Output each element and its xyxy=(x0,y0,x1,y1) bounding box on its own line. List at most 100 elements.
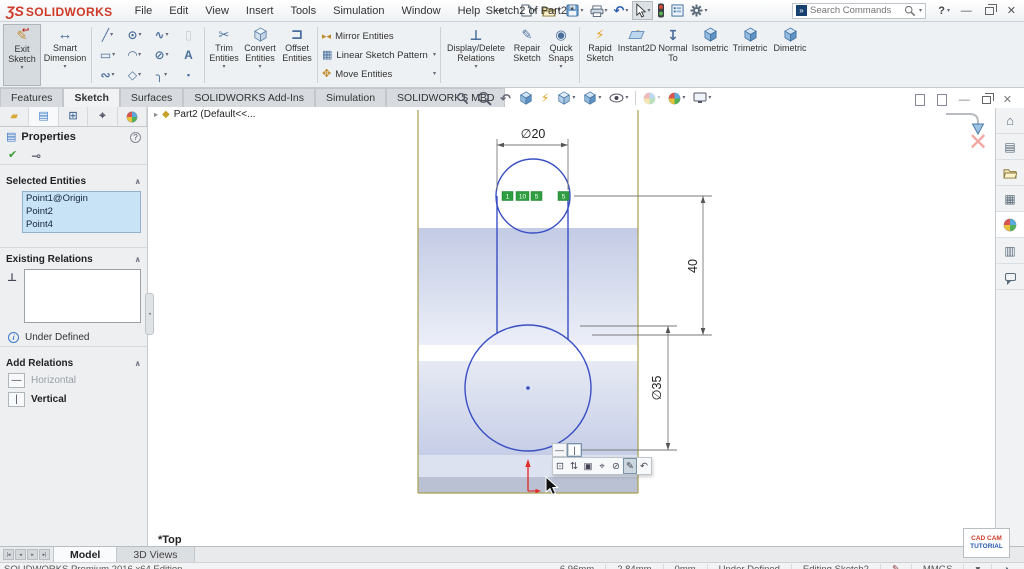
sketch-center-point[interactable] xyxy=(526,386,530,390)
keep-visible-pin-icon[interactable]: ⊸ xyxy=(31,150,41,162)
zoom-to-selection-icon[interactable]: ⌖ xyxy=(595,458,609,474)
arc-tool[interactable]: ◠ ▾ xyxy=(121,49,148,61)
selected-entities-list[interactable]: Point1@Origin Point2 Point4 xyxy=(22,191,141,233)
part-tree-label[interactable]: Part2 (Default<<... xyxy=(174,109,256,120)
existing-relations-list[interactable] xyxy=(24,269,141,323)
menu-view[interactable]: View xyxy=(205,5,229,17)
point-tool[interactable]: ▪ xyxy=(175,70,202,80)
menu-file[interactable]: File xyxy=(135,5,153,17)
line-tool[interactable]: ╱ ▾ xyxy=(94,29,121,41)
quick-snaps-button[interactable]: ◉ Quick Snaps ▾ xyxy=(545,24,577,86)
options-list-icon[interactable] xyxy=(669,4,686,17)
swap-points-icon[interactable]: ⇅ xyxy=(567,458,581,474)
display-delete-relations-button[interactable]: ⊥ Display/Delete Relations ▾ xyxy=(443,24,509,86)
section-view-icon[interactable] xyxy=(516,89,536,107)
polygon-tool[interactable]: ◇ ▾ xyxy=(121,69,148,81)
list-item[interactable]: Point4 xyxy=(23,218,140,231)
doc-restore-icon[interactable] xyxy=(981,92,994,104)
tab-3d-views[interactable]: 3D Views xyxy=(117,547,195,562)
list-item[interactable]: Point2 xyxy=(23,205,140,218)
detail-view-icon[interactable]: ▣ xyxy=(581,458,595,474)
configuration-manager-tab[interactable]: ⊞ xyxy=(59,107,89,126)
annotation-view-icon[interactable]: ⚡ xyxy=(538,89,552,107)
zoom-fit-icon[interactable] xyxy=(453,89,472,107)
trim-entities-button[interactable]: ✂ Trim Entities ▾ xyxy=(207,24,241,86)
globe-icon[interactable]: ◔ xyxy=(991,564,1020,569)
interference-detection-icon[interactable] xyxy=(655,3,667,18)
repair-sketch-button[interactable]: ✎ Repair Sketch xyxy=(509,24,545,86)
cancel-sketch-icon[interactable]: ✕ xyxy=(968,128,988,157)
file-explorer-icon[interactable] xyxy=(996,160,1024,186)
next-tab-icon[interactable]: ▸ xyxy=(27,549,38,560)
first-tab-icon[interactable]: |◂ xyxy=(3,549,14,560)
dimxpert-manager-tab[interactable]: ⌖ xyxy=(88,107,118,126)
ok-check-icon[interactable]: ✔ xyxy=(8,150,17,161)
panel-help-icon[interactable]: ? xyxy=(130,131,141,143)
new-window-icon[interactable] xyxy=(914,93,925,106)
appearances-scenes-icon[interactable] xyxy=(996,212,1024,238)
close-icon[interactable]: ✕ xyxy=(1007,4,1016,17)
vertical-relation-button[interactable]: | Vertical xyxy=(0,390,147,409)
move-entities-button[interactable]: ✥ Move Entities ▾ xyxy=(320,65,438,84)
circle-tool[interactable]: ⊙ ▾ xyxy=(121,29,148,41)
dimension-20[interactable] xyxy=(496,139,569,190)
minimize-icon[interactable]: — xyxy=(961,5,972,17)
last-tab-icon[interactable]: ▸| xyxy=(39,549,50,560)
dimension-label-40[interactable]: 40 xyxy=(686,259,700,273)
existing-relations-header[interactable]: Existing Relations ∧ xyxy=(0,247,147,267)
hide-show-items-icon[interactable]: ▾ xyxy=(606,89,631,107)
dimension-label-20[interactable]: ∅20 xyxy=(521,127,546,141)
property-manager-tab[interactable]: ▤ xyxy=(29,107,59,126)
solidworks-resources-icon[interactable]: ⌂ xyxy=(996,108,1024,134)
trimetric-button[interactable]: Trimetric xyxy=(730,24,770,86)
mirror-entities-button[interactable]: ▸◂ Mirror Entities xyxy=(320,27,438,46)
edit-sketch-icon[interactable]: ✎ xyxy=(623,458,637,474)
settings-gear-icon[interactable]: ▾ xyxy=(688,4,709,17)
graphics-area[interactable]: ∅20 40 ∅35 1 10 5 5 ▸ ◆ Part2 (Default<<… xyxy=(150,88,1024,546)
normal-to-button[interactable]: ↧ Normal To xyxy=(656,24,690,86)
rectangle-tool[interactable]: ▭ ▾ xyxy=(94,49,121,61)
tab-sketch[interactable]: Sketch xyxy=(63,88,120,107)
view-orientation-icon[interactable]: ▾ xyxy=(554,89,578,107)
edit-appearance-icon[interactable]: ▾ xyxy=(640,89,663,107)
doc-close-icon[interactable]: ✕ xyxy=(1003,93,1012,106)
offset-entities-button[interactable]: ⊐ Offset Entities xyxy=(279,24,315,86)
tab-features[interactable]: Features xyxy=(0,88,64,107)
view-palette-icon[interactable]: ▦ xyxy=(996,186,1024,212)
display-style-icon[interactable]: ▾ xyxy=(580,89,604,107)
zoom-area-icon[interactable] xyxy=(474,89,495,107)
horizontal-relation-button[interactable]: — Horizontal xyxy=(0,371,147,390)
prev-tab-icon[interactable]: ◂ xyxy=(15,549,26,560)
forum-icon[interactable] xyxy=(996,264,1024,290)
ellipse-tool[interactable]: ⊘ ▾ xyxy=(148,49,175,61)
previous-view-icon[interactable]: ↶ xyxy=(497,89,514,107)
make-fixed-icon[interactable]: ⊡ xyxy=(553,458,567,474)
text-tool[interactable]: A xyxy=(175,49,202,61)
display-manager-tab[interactable] xyxy=(118,107,148,126)
context-vertical-button[interactable]: | xyxy=(567,443,582,457)
menu-edit[interactable]: Edit xyxy=(169,5,188,17)
units-caret-icon[interactable]: ▾ xyxy=(963,564,991,569)
freeform-spline-tool[interactable]: ∾ ▾ xyxy=(94,69,121,81)
dimetric-button[interactable]: Dimetric xyxy=(770,24,810,86)
apply-scene-icon[interactable]: ▾ xyxy=(665,89,688,107)
selected-entities-header[interactable]: Selected Entities ∧ xyxy=(0,173,147,189)
list-item[interactable]: Point1@Origin xyxy=(23,192,140,205)
hide-icon[interactable]: ⊘ xyxy=(609,458,623,474)
tab-solidworks-add-ins[interactable]: SOLIDWORKS Add-Ins xyxy=(183,88,316,107)
tree-expand-icon[interactable]: ▸ xyxy=(154,110,158,119)
collapse-chevron-icon[interactable]: ∧ xyxy=(135,255,142,264)
tab-model[interactable]: Model xyxy=(53,547,118,562)
custom-properties-icon[interactable]: ▥ xyxy=(996,238,1024,264)
instant2d-button[interactable]: ✎ Instant2D xyxy=(618,24,657,86)
convert-entities-button[interactable]: Convert Entities ▾ xyxy=(241,24,279,86)
design-library-icon[interactable]: ▤ xyxy=(996,134,1024,160)
search-input[interactable] xyxy=(810,5,901,16)
search-scope-icon[interactable]: » xyxy=(796,5,807,16)
panel-splitter-handle[interactable]: ◂ xyxy=(145,293,154,335)
dimension-label-35[interactable]: ∅35 xyxy=(650,376,664,401)
linear-sketch-pattern-button[interactable]: ▦ Linear Sketch Pattern ▾ xyxy=(320,46,438,65)
context-horizontal-button[interactable]: — xyxy=(552,443,567,457)
menu-insert[interactable]: Insert xyxy=(246,5,274,17)
relation-badges[interactable]: 1 10 5 5 xyxy=(501,191,570,201)
